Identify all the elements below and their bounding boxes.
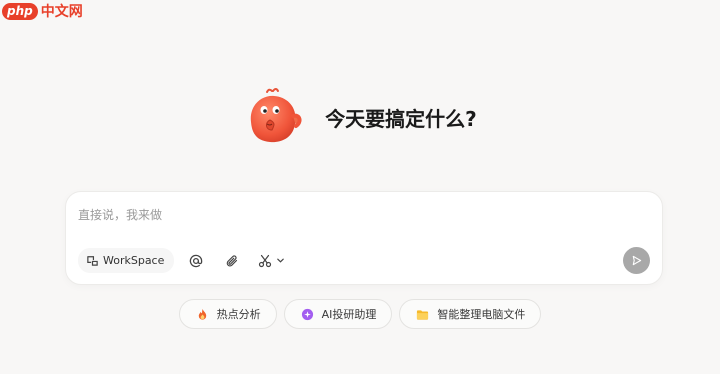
chip-ai-research[interactable]: AI投研助理 [283, 299, 393, 329]
suggestion-chips: 热点分析 AI投研助理 智能整理电脑文件 [0, 299, 720, 329]
workspace-icon [87, 256, 98, 266]
prompt-composer: WorkSpace [65, 191, 663, 285]
workspace-label: WorkSpace [103, 254, 165, 267]
chip-organize-files[interactable]: 智能整理电脑文件 [399, 299, 542, 329]
folder-icon [416, 308, 429, 321]
watermark-badge: php [2, 2, 38, 20]
mention-button[interactable] [182, 248, 210, 273]
php-watermark-logo: php 中文网 [2, 1, 83, 21]
chip-hot-analysis[interactable]: 热点分析 [178, 299, 277, 329]
chip-label: 智能整理电脑文件 [437, 308, 526, 321]
mascot-icon [250, 88, 302, 143]
chevron-down-icon [277, 258, 285, 263]
attach-button[interactable] [218, 248, 246, 273]
hero-title: 今天要搞定什么? [325, 106, 477, 131]
fire-icon [196, 308, 209, 321]
at-sign-icon [190, 254, 203, 267]
prompt-input[interactable] [78, 208, 578, 222]
ai-sparkle-icon [301, 308, 314, 321]
scissors-dropdown-button[interactable] [254, 248, 289, 273]
chip-label: AI投研助理 [321, 308, 377, 321]
hero-section: 今天要搞定什么? [0, 88, 720, 146]
chip-label: 热点分析 [216, 308, 261, 321]
scissors-icon [259, 254, 272, 267]
send-arrow-icon [632, 255, 642, 266]
workspace-button[interactable]: WorkSpace [78, 248, 175, 273]
paperclip-icon [227, 254, 238, 266]
composer-toolbar: WorkSpace [78, 248, 289, 273]
watermark-text: 中文网 [40, 4, 83, 20]
send-button[interactable] [623, 247, 650, 274]
